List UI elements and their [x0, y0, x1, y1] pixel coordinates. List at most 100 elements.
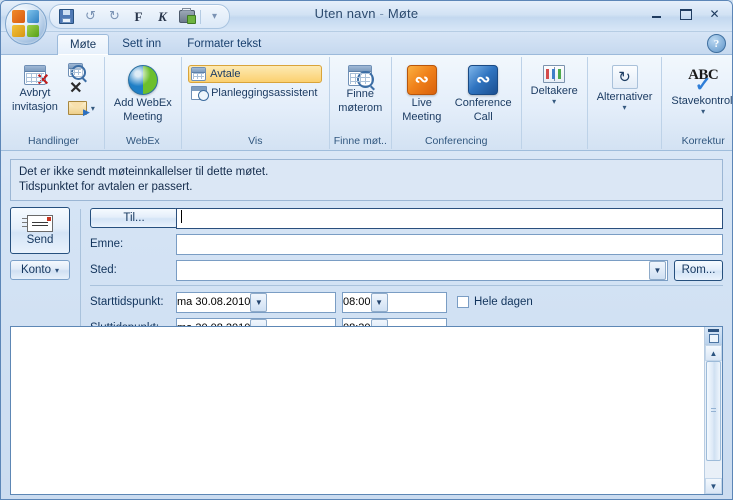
- spelling-label: Stavekontroll: [671, 95, 733, 107]
- italic-icon[interactable]: K: [152, 7, 173, 26]
- minimize-icon: [652, 16, 661, 18]
- start-date-value: ma 30.08.2010: [177, 296, 251, 308]
- view-scheduling-assistant-button[interactable]: Planleggingsassistent: [188, 84, 322, 102]
- account-caret-icon: ▾: [55, 265, 60, 275]
- check-names-button[interactable]: [65, 61, 100, 80]
- meeting-header-form: Send Konto ▾ Til... Emne: Sted: ▼ Rom...…: [10, 207, 723, 339]
- add-webex-meeting-button[interactable]: Add WebEx Meeting: [109, 61, 177, 125]
- forward-mail-icon: [67, 101, 90, 117]
- bold-icon[interactable]: F: [128, 7, 149, 26]
- add-webex-label-2: Meeting: [123, 111, 163, 123]
- location-dropdown-icon[interactable]: ▼: [649, 260, 666, 280]
- subject-input[interactable]: [176, 233, 723, 255]
- ribbon-group-conferencing: ∾ Live Meeting ∾ Conference Call Confere…: [390, 57, 521, 149]
- quick-access-toolbar: ↺ ↻ F K ▾: [49, 4, 230, 29]
- account-button[interactable]: Konto ▾: [10, 260, 70, 280]
- subject-label: Emne:: [90, 238, 124, 250]
- ribbon-group-korrektur: ABC ✓ Stavekontroll ▾ Korrektur: [661, 57, 733, 149]
- options-label: Alternativer: [596, 91, 653, 103]
- header-fields: Til... Emne: Sted: ▼ Rom... Starttidspun…: [90, 207, 723, 339]
- webex-globe-icon: [127, 65, 158, 95]
- save-icon[interactable]: [56, 7, 77, 26]
- tab-sett-inn[interactable]: Sett inn: [109, 33, 174, 54]
- customize-qat-icon[interactable]: ▾: [204, 7, 225, 26]
- send-button[interactable]: Send: [10, 207, 70, 254]
- to-input[interactable]: [176, 207, 723, 229]
- start-label: Starttidspunkt:: [90, 296, 164, 308]
- delete-button[interactable]: ✕: [65, 80, 100, 98]
- cancel-invitation-button[interactable]: ✕ Avbryt invitasjon: [7, 61, 63, 115]
- ribbon-group-webex: Add WebEx Meeting WebEx: [103, 57, 181, 149]
- close-icon: ✕: [709, 7, 720, 21]
- header-separator-line: [90, 285, 723, 286]
- maximize-button[interactable]: [674, 5, 697, 23]
- qat-divider: [200, 9, 201, 24]
- account-button-label: Konto: [20, 264, 52, 276]
- all-day-checkbox[interactable]: [457, 296, 469, 308]
- scroll-down-button[interactable]: ▼: [705, 478, 722, 494]
- forward-button[interactable]: ▾: [65, 99, 100, 117]
- location-row: Sted: ▼ Rom...: [90, 259, 723, 281]
- window-controls: ✕: [645, 5, 726, 23]
- tab-mote[interactable]: Møte: [57, 34, 110, 55]
- conference-call-button[interactable]: ∾ Conference Call: [450, 61, 517, 125]
- message-body-input[interactable]: [11, 327, 705, 494]
- redo-icon[interactable]: ↻: [104, 7, 125, 26]
- to-label: Til...: [90, 208, 178, 228]
- meeting-window: ↺ ↻ F K ▾ Uten navn - Møte ✕ Møte Sett i…: [0, 0, 733, 500]
- all-day-label: Hele dagen: [474, 296, 533, 308]
- attendees-caret-icon: ▾: [552, 97, 557, 106]
- ribbon-group-conferencing-label: Conferencing: [424, 135, 488, 147]
- view-avtale-button[interactable]: Avtale: [188, 65, 323, 83]
- subject-row: Emne:: [90, 233, 723, 255]
- window-subtitle-text: Møte: [387, 6, 419, 21]
- all-day-checkbox-row[interactable]: Hele dagen: [457, 296, 533, 308]
- minimize-button[interactable]: [645, 5, 668, 23]
- scroll-thumb[interactable]: [706, 361, 721, 461]
- options-caret-icon: ▾: [622, 103, 627, 112]
- tab-formater-tekst-label: Formater tekst: [187, 38, 262, 50]
- print-preview-icon[interactable]: [176, 7, 197, 26]
- start-time-row: Starttidspunkt: ma 30.08.2010 ▼ 08:00 ▼ …: [90, 291, 723, 313]
- scroll-track[interactable]: [705, 361, 722, 478]
- scroll-up-button[interactable]: ▲: [705, 345, 722, 361]
- start-date-dropdown-icon[interactable]: ▼: [250, 292, 268, 312]
- scheduling-assistant-icon: [191, 86, 210, 101]
- window-title-separator: -: [379, 6, 385, 21]
- body-vertical-scrollbar[interactable]: ▲ ▼: [704, 327, 722, 494]
- live-meeting-label-2: Meeting: [402, 111, 442, 123]
- to-button[interactable]: Til...: [90, 208, 178, 228]
- ribbon-group-handlinger-label: Handlinger: [28, 135, 79, 147]
- spelling-abc-icon: ABC ✓: [688, 66, 719, 96]
- ribbon-group-handlinger: ✕ Avbryt invitasjon ✕ ▾: [3, 57, 104, 149]
- undo-icon[interactable]: ↺: [80, 7, 101, 26]
- ribbon-group-deltakere: Deltakere ▾: [520, 57, 587, 149]
- spelling-button[interactable]: ABC ✓ Stavekontroll ▾: [666, 61, 733, 117]
- location-combo[interactable]: ▼: [176, 259, 668, 281]
- tab-formater-tekst[interactable]: Formater tekst: [174, 33, 274, 54]
- options-button[interactable]: ↻ Alternativer ▾: [592, 61, 658, 113]
- find-room-label-1: Finne: [346, 88, 375, 100]
- send-button-label: Send: [26, 234, 54, 246]
- live-meeting-button[interactable]: ∾ Live Meeting: [396, 61, 448, 125]
- ribbon-tab-strip: Møte Sett inn Formater tekst ?: [1, 32, 732, 55]
- office-button[interactable]: [5, 3, 47, 45]
- start-date-combo[interactable]: ma 30.08.2010 ▼: [176, 291, 336, 313]
- view-avtale-label: Avtale: [210, 68, 241, 80]
- room-button[interactable]: Rom...: [674, 259, 723, 281]
- tab-mote-label: Møte: [70, 39, 97, 51]
- close-button[interactable]: ✕: [703, 5, 726, 23]
- to-button-label: Til...: [123, 212, 145, 224]
- send-column: Send Konto ▾: [10, 207, 72, 280]
- conference-call-icon: ∾: [468, 65, 499, 95]
- options-refresh-icon: ↻: [611, 65, 638, 89]
- attendees-button[interactable]: Deltakere ▾: [526, 61, 583, 107]
- scroll-thumb-grip-icon: [711, 408, 716, 414]
- find-room-button[interactable]: Finne møterom: [333, 61, 387, 116]
- text-cursor: [181, 209, 182, 223]
- start-time-combo[interactable]: 08:00 ▼: [342, 291, 447, 313]
- start-time-dropdown-icon[interactable]: ▼: [370, 292, 388, 312]
- help-button[interactable]: ?: [707, 34, 726, 53]
- split-pane-button[interactable]: [705, 327, 722, 345]
- location-label: Sted:: [90, 264, 117, 276]
